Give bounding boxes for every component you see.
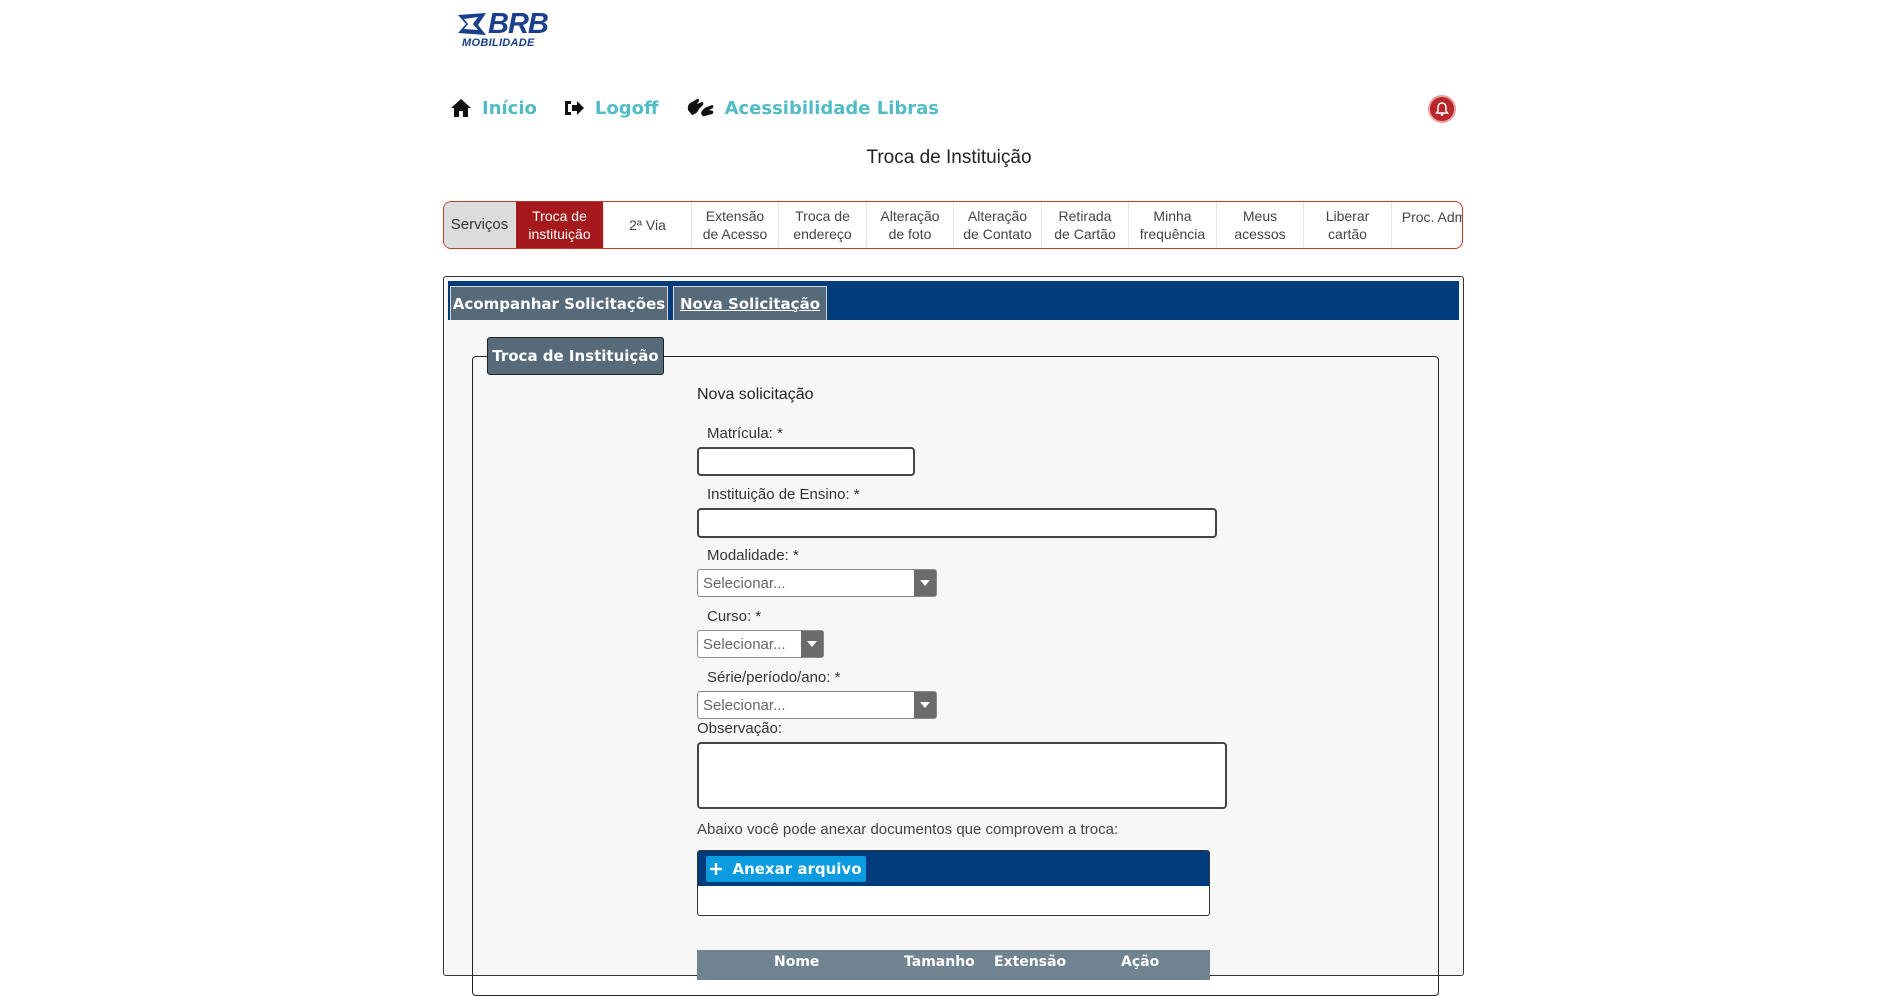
service-tab-label: Extensão de Acesso (702, 208, 768, 242)
service-tab-servicos[interactable]: Serviços (444, 202, 516, 248)
service-tab-label: Serviços (450, 216, 509, 233)
libras-icon (687, 98, 713, 117)
service-tab-extensao-acesso[interactable]: Extensão de Acesso (692, 202, 779, 248)
column-header-tamanho: Tamanho (904, 954, 975, 970)
curso-label: Curso: * (707, 608, 762, 625)
service-tab-minha-frequencia[interactable]: Minha frequência (1129, 202, 1217, 248)
service-tab-liberar-cartao[interactable]: Liberar cartão (1304, 202, 1392, 248)
nav-logoff[interactable]: Logoff (563, 98, 659, 119)
column-header-extensao: Extensão (994, 954, 1067, 970)
service-tab-label: Proc. Adm. (1401, 209, 1462, 225)
matricula-label: Matrícula: * (707, 425, 783, 442)
serie-select-value: Selecionar... (703, 696, 786, 714)
logoff-icon (564, 101, 584, 115)
instituicao-input[interactable] (697, 508, 1217, 538)
chevron-down-icon (914, 570, 936, 596)
attach-file-button[interactable]: Anexar arquivo (706, 856, 866, 882)
service-tab-label: Liberar cartão (1325, 208, 1370, 242)
service-tab-alteracao-contato[interactable]: Alteração de Contato (954, 202, 1042, 248)
curso-select[interactable]: Selecionar... (697, 630, 824, 658)
service-tab-segunda-via[interactable]: 2ª Via (604, 202, 692, 248)
top-navigation: Início Logoff Acessibilidade Libras (450, 96, 965, 120)
modalidade-label: Modalidade: * (707, 547, 799, 564)
tab-acompanhar-solicitacoes[interactable]: Acompanhar Solicitações (450, 286, 668, 320)
logo-subtext: MOBILIDADE (462, 37, 535, 49)
service-tab-label: Retirada de Cartão (1054, 208, 1116, 242)
service-tab-label: Alteração de Contato (963, 208, 1032, 242)
plus-icon (710, 863, 723, 875)
panel-tabbar: Acompanhar Solicitações Nova Solicitação (448, 281, 1459, 320)
attachment-toolbar: Anexar arquivo (698, 851, 1209, 886)
serie-label: Série/período/ano: * (707, 669, 841, 686)
service-tab-alteracao-foto[interactable]: Alteração de foto (867, 202, 954, 248)
attachments-table-header: Nome Tamanho Extensão Ação (697, 950, 1210, 980)
attach-hint-text: Abaixo você pode anexar documentos que c… (697, 821, 1119, 838)
service-tab-troca-endereco[interactable]: Troca de endereço (779, 202, 867, 248)
page-title: Troca de Instituição (866, 147, 1032, 168)
brb-mobilidade-logo: BRB MOBILIDADE (456, 8, 549, 51)
fieldset-legend: Troca de Instituição (487, 337, 664, 375)
service-tab-troca-instituicao[interactable]: Troca de instituição (516, 202, 604, 248)
column-header-acao: Ação (1121, 954, 1160, 970)
modalidade-select-value: Selecionar... (703, 574, 786, 592)
matricula-input[interactable] (697, 447, 915, 476)
serie-select[interactable]: Selecionar... (697, 691, 937, 719)
service-tab-label: Troca de instituição (528, 208, 591, 242)
service-tabs: Serviços Troca de instituição 2ª Via Exte… (443, 201, 1463, 249)
tab-nova-solicitacao[interactable]: Nova Solicitação (673, 286, 827, 320)
observacao-textarea[interactable] (697, 742, 1227, 809)
nav-home[interactable]: Início (450, 98, 537, 119)
notification-button[interactable] (1428, 95, 1456, 123)
curso-select-value: Selecionar... (703, 635, 786, 653)
service-tab-proc-adm[interactable]: Proc. Adm. (1392, 202, 1462, 248)
service-tab-label: Troca de endereço (793, 208, 852, 242)
attach-file-label: Anexar arquivo (732, 860, 862, 878)
service-tab-label: Meus acessos (1234, 208, 1286, 242)
service-tab-label: Alteração de foto (880, 208, 940, 242)
home-icon (451, 99, 471, 117)
modalidade-select[interactable]: Selecionar... (697, 569, 937, 597)
service-tab-label: 2ª Via (629, 217, 666, 233)
nav-logoff-label: Logoff (594, 97, 659, 119)
column-header-nome: Nome (774, 954, 820, 970)
main-panel: Acompanhar Solicitações Nova Solicitação… (443, 276, 1464, 996)
nav-accessibility-label: Acessibilidade Libras (724, 97, 940, 119)
service-tab-label: Minha frequência (1139, 208, 1206, 242)
logo-mark-icon (458, 13, 486, 35)
chevron-down-icon (801, 631, 823, 657)
service-tab-meus-acessos[interactable]: Meus acessos (1217, 202, 1304, 248)
observacao-label: Observação: (697, 720, 783, 737)
instituicao-label: Instituição de Ensino: * (707, 486, 860, 503)
service-tab-retirada-cartao[interactable]: Retirada de Cartão (1042, 202, 1129, 248)
attachment-box: Anexar arquivo (697, 850, 1210, 916)
bell-icon (1435, 102, 1449, 116)
chevron-down-icon (914, 692, 936, 718)
nav-accessibility-libras[interactable]: Acessibilidade Libras (685, 96, 939, 120)
nav-home-label: Início (482, 97, 537, 119)
form-heading: Nova solicitação (697, 386, 814, 403)
logo-text: BRB (488, 8, 549, 40)
